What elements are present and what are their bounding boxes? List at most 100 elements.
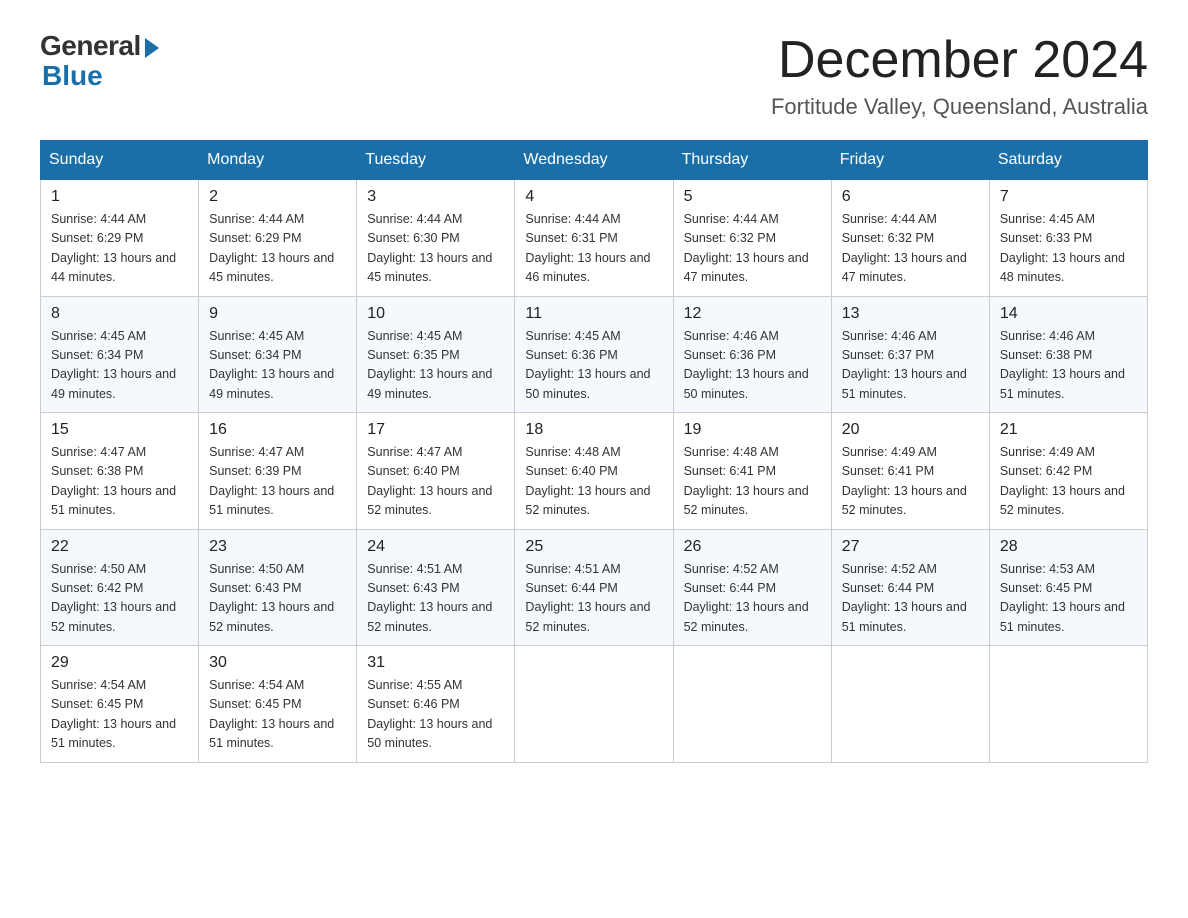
calendar-cell: 1 Sunrise: 4:44 AMSunset: 6:29 PMDaylight… (41, 180, 199, 297)
column-header-friday: Friday (831, 141, 989, 180)
calendar-cell: 8Sunrise: 4:45 AMSunset: 6:34 PMDaylight… (41, 296, 199, 413)
calendar-cell: 29 Sunrise: 4:54 AMSunset: 6:45 PMDayligh… (41, 646, 199, 763)
day-number: 30 (209, 654, 346, 672)
column-header-sunday: Sunday (41, 141, 199, 180)
calendar-cell: 26 Sunrise: 4:52 AMSunset: 6:44 PMDayligh… (673, 529, 831, 646)
day-info: Sunrise: 4:47 AMSunset: 6:39 PMDaylight:… (209, 443, 346, 521)
day-info: Sunrise: 4:45 AMSunset: 6:34 PMDaylight:… (209, 327, 346, 405)
day-number: 12 (684, 305, 821, 323)
calendar-cell: 22 Sunrise: 4:50 AMSunset: 6:42 PMDayligh… (41, 529, 199, 646)
calendar-cell: 9 Sunrise: 4:45 AMSunset: 6:34 PMDaylight… (199, 296, 357, 413)
day-info: Sunrise: 4:54 AMSunset: 6:45 PMDaylight:… (51, 676, 188, 754)
day-info: Sunrise: 4:46 AMSunset: 6:36 PMDaylight:… (684, 327, 821, 405)
calendar-week-row: 1 Sunrise: 4:44 AMSunset: 6:29 PMDaylight… (41, 180, 1148, 297)
day-number: 10 (367, 305, 504, 323)
calendar-cell: 23 Sunrise: 4:50 AMSunset: 6:43 PMDayligh… (199, 529, 357, 646)
column-header-tuesday: Tuesday (357, 141, 515, 180)
day-info: Sunrise: 4:48 AMSunset: 6:40 PMDaylight:… (525, 443, 662, 521)
day-number: 9 (209, 305, 346, 323)
column-header-thursday: Thursday (673, 141, 831, 180)
day-number: 6 (842, 188, 979, 206)
day-info: Sunrise: 4:44 AMSunset: 6:29 PMDaylight:… (51, 210, 188, 288)
calendar-cell: 16 Sunrise: 4:47 AMSunset: 6:39 PMDayligh… (199, 413, 357, 530)
calendar-cell: 10 Sunrise: 4:45 AMSunset: 6:35 PMDayligh… (357, 296, 515, 413)
day-info: Sunrise: 4:53 AMSunset: 6:45 PMDaylight:… (1000, 560, 1137, 638)
day-number: 28 (1000, 538, 1137, 556)
day-number: 7 (1000, 188, 1137, 206)
calendar-cell (831, 646, 989, 763)
day-info: Sunrise: 4:44 AMSunset: 6:30 PMDaylight:… (367, 210, 504, 288)
calendar-cell: 27 Sunrise: 4:52 AMSunset: 6:44 PMDayligh… (831, 529, 989, 646)
day-info: Sunrise: 4:44 AMSunset: 6:31 PMDaylight:… (525, 210, 662, 288)
day-info: Sunrise: 4:48 AMSunset: 6:41 PMDaylight:… (684, 443, 821, 521)
column-header-saturday: Saturday (989, 141, 1147, 180)
logo-arrow-icon (145, 38, 159, 58)
day-info: Sunrise: 4:45 AMSunset: 6:33 PMDaylight:… (1000, 210, 1137, 288)
column-header-wednesday: Wednesday (515, 141, 673, 180)
day-number: 22 (51, 538, 188, 556)
day-info: Sunrise: 4:47 AMSunset: 6:40 PMDaylight:… (367, 443, 504, 521)
calendar-cell: 3 Sunrise: 4:44 AMSunset: 6:30 PMDaylight… (357, 180, 515, 297)
day-number: 14 (1000, 305, 1137, 323)
calendar-week-row: 8 Sunrise: 4:45 AMSunset: 6:34 PMDaylight… (41, 296, 1148, 413)
calendar-header-row: SundayMondayTuesdayWednesdayThursdayFrid… (41, 141, 1148, 180)
calendar-cell: 21 Sunrise: 4:49 AMSunset: 6:42 PMDayligh… (989, 413, 1147, 530)
day-number: 3 (367, 188, 504, 206)
calendar-cell: 25Sunrise: 4:51 AMSunset: 6:44 PMDayligh… (515, 529, 673, 646)
day-number: 4 (525, 188, 662, 206)
day-info: Sunrise: 4:44 AMSunset: 6:32 PMDaylight:… (684, 210, 821, 288)
day-info: Sunrise: 4:55 AMSunset: 6:46 PMDaylight:… (367, 676, 504, 754)
calendar-cell: 15Sunrise: 4:47 AMSunset: 6:38 PMDayligh… (41, 413, 199, 530)
calendar-cell: 2Sunrise: 4:44 AMSunset: 6:29 PMDaylight… (199, 180, 357, 297)
logo: General Blue (40, 30, 159, 92)
day-info: Sunrise: 4:46 AMSunset: 6:37 PMDaylight:… (842, 327, 979, 405)
calendar-cell (515, 646, 673, 763)
day-info: Sunrise: 4:45 AMSunset: 6:35 PMDaylight:… (367, 327, 504, 405)
day-number: 1 (51, 188, 188, 206)
calendar-cell: 19Sunrise: 4:48 AMSunset: 6:41 PMDayligh… (673, 413, 831, 530)
calendar-cell: 14Sunrise: 4:46 AMSunset: 6:38 PMDayligh… (989, 296, 1147, 413)
day-info: Sunrise: 4:50 AMSunset: 6:43 PMDaylight:… (209, 560, 346, 638)
calendar-cell: 4 Sunrise: 4:44 AMSunset: 6:31 PMDaylight… (515, 180, 673, 297)
day-info: Sunrise: 4:54 AMSunset: 6:45 PMDaylight:… (209, 676, 346, 754)
calendar-cell: 13 Sunrise: 4:46 AMSunset: 6:37 PMDayligh… (831, 296, 989, 413)
day-number: 18 (525, 421, 662, 439)
calendar-cell: 17 Sunrise: 4:47 AMSunset: 6:40 PMDayligh… (357, 413, 515, 530)
column-header-monday: Monday (199, 141, 357, 180)
day-info: Sunrise: 4:47 AMSunset: 6:38 PMDaylight:… (51, 443, 188, 521)
calendar-cell (673, 646, 831, 763)
day-info: Sunrise: 4:51 AMSunset: 6:43 PMDaylight:… (367, 560, 504, 638)
day-info: Sunrise: 4:52 AMSunset: 6:44 PMDaylight:… (684, 560, 821, 638)
month-title: December 2024 (771, 30, 1148, 90)
title-section: December 2024 Fortitude Valley, Queensla… (771, 30, 1148, 120)
calendar-week-row: 22 Sunrise: 4:50 AMSunset: 6:42 PMDayligh… (41, 529, 1148, 646)
day-info: Sunrise: 4:49 AMSunset: 6:42 PMDaylight:… (1000, 443, 1137, 521)
calendar-cell: 12 Sunrise: 4:46 AMSunset: 6:36 PMDayligh… (673, 296, 831, 413)
calendar-cell: 18 Sunrise: 4:48 AMSunset: 6:40 PMDayligh… (515, 413, 673, 530)
day-number: 17 (367, 421, 504, 439)
day-number: 31 (367, 654, 504, 672)
day-info: Sunrise: 4:50 AMSunset: 6:42 PMDaylight:… (51, 560, 188, 638)
day-number: 16 (209, 421, 346, 439)
day-info: Sunrise: 4:52 AMSunset: 6:44 PMDaylight:… (842, 560, 979, 638)
logo-blue-text: Blue (42, 60, 103, 92)
day-info: Sunrise: 4:44 AMSunset: 6:32 PMDaylight:… (842, 210, 979, 288)
calendar-week-row: 29 Sunrise: 4:54 AMSunset: 6:45 PMDayligh… (41, 646, 1148, 763)
day-number: 20 (842, 421, 979, 439)
day-number: 27 (842, 538, 979, 556)
calendar-week-row: 15Sunrise: 4:47 AMSunset: 6:38 PMDayligh… (41, 413, 1148, 530)
day-number: 21 (1000, 421, 1137, 439)
logo-general-text: General (40, 30, 141, 62)
calendar-cell: 28 Sunrise: 4:53 AMSunset: 6:45 PMDayligh… (989, 529, 1147, 646)
calendar-cell: 20Sunrise: 4:49 AMSunset: 6:41 PMDayligh… (831, 413, 989, 530)
calendar-cell: 6 Sunrise: 4:44 AMSunset: 6:32 PMDaylight… (831, 180, 989, 297)
day-number: 8 (51, 305, 188, 323)
calendar-cell (989, 646, 1147, 763)
day-number: 26 (684, 538, 821, 556)
day-number: 13 (842, 305, 979, 323)
calendar-cell: 24Sunrise: 4:51 AMSunset: 6:43 PMDayligh… (357, 529, 515, 646)
day-number: 23 (209, 538, 346, 556)
day-number: 29 (51, 654, 188, 672)
page-header: General Blue December 2024 Fortitude Val… (40, 30, 1148, 120)
day-number: 2 (209, 188, 346, 206)
